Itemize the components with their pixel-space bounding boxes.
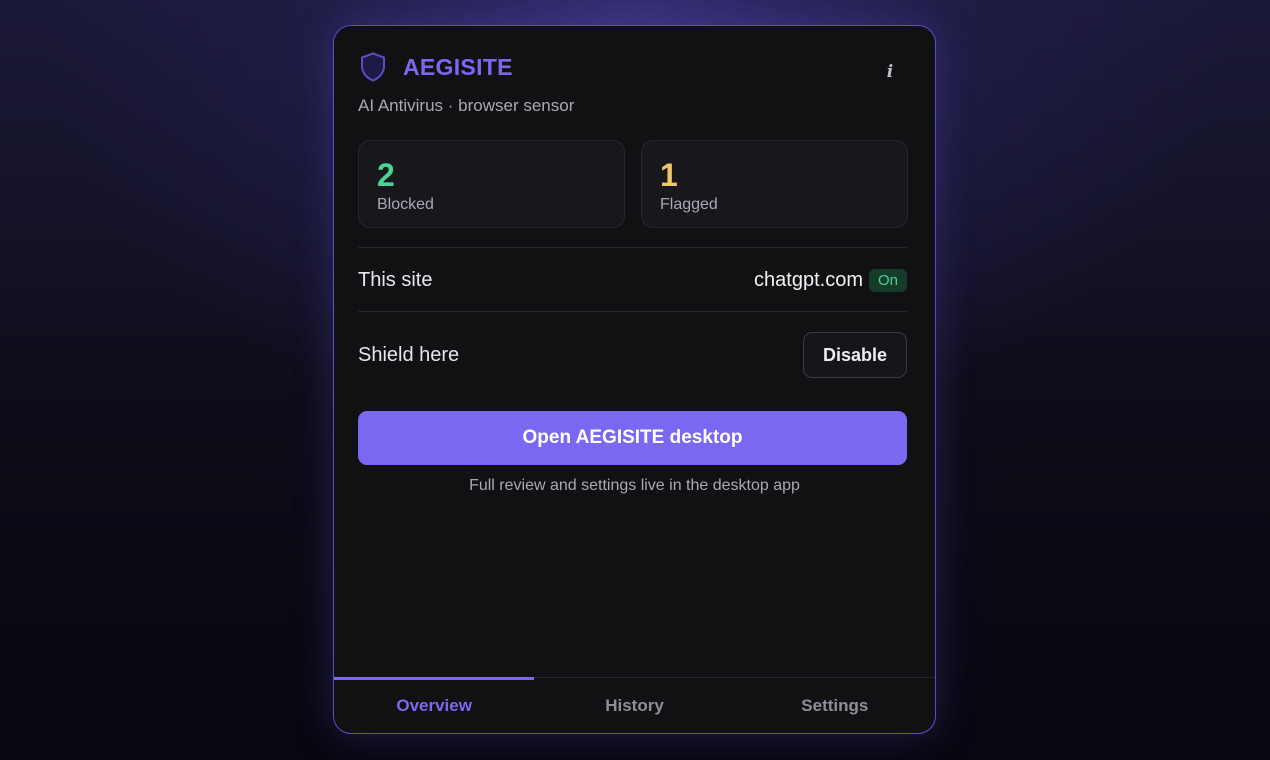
app-subtitle: AI Antivirus · browser sensor [358, 96, 575, 115]
extension-popup: AEGISITE i AI Antivirus · browser sensor… [333, 25, 936, 734]
site-domain: chatgpt.com [754, 269, 863, 291]
divider [358, 247, 907, 248]
tab-history[interactable]: History [534, 678, 734, 733]
site-row-label: This site [358, 269, 433, 291]
blocked-label: Blocked [377, 196, 434, 213]
status-badge: On [868, 269, 907, 292]
blocked-stat-card: 2 Blocked [358, 140, 625, 228]
tab-overview[interactable]: Overview [334, 677, 535, 733]
app-title: AEGISITE [403, 53, 513, 80]
tab-settings[interactable]: Settings [735, 678, 935, 733]
flagged-stat-card: 1 Flagged [641, 140, 908, 228]
flagged-count: 1 [660, 157, 678, 193]
disable-button[interactable]: Disable [803, 332, 907, 378]
blocked-count: 2 [377, 157, 395, 193]
tab-bar: Overview History Settings [334, 677, 935, 733]
open-desktop-button[interactable]: Open AEGISITE desktop [358, 411, 907, 465]
flagged-label: Flagged [660, 196, 718, 213]
shield-icon [361, 52, 385, 82]
info-icon[interactable]: i [881, 62, 899, 82]
shield-row-label: Shield here [358, 344, 460, 366]
divider [358, 311, 907, 312]
header: AEGISITE [360, 52, 513, 82]
site-info: chatgpt.com On [754, 269, 907, 292]
desktop-note: Full review and settings live in the des… [469, 477, 800, 494]
